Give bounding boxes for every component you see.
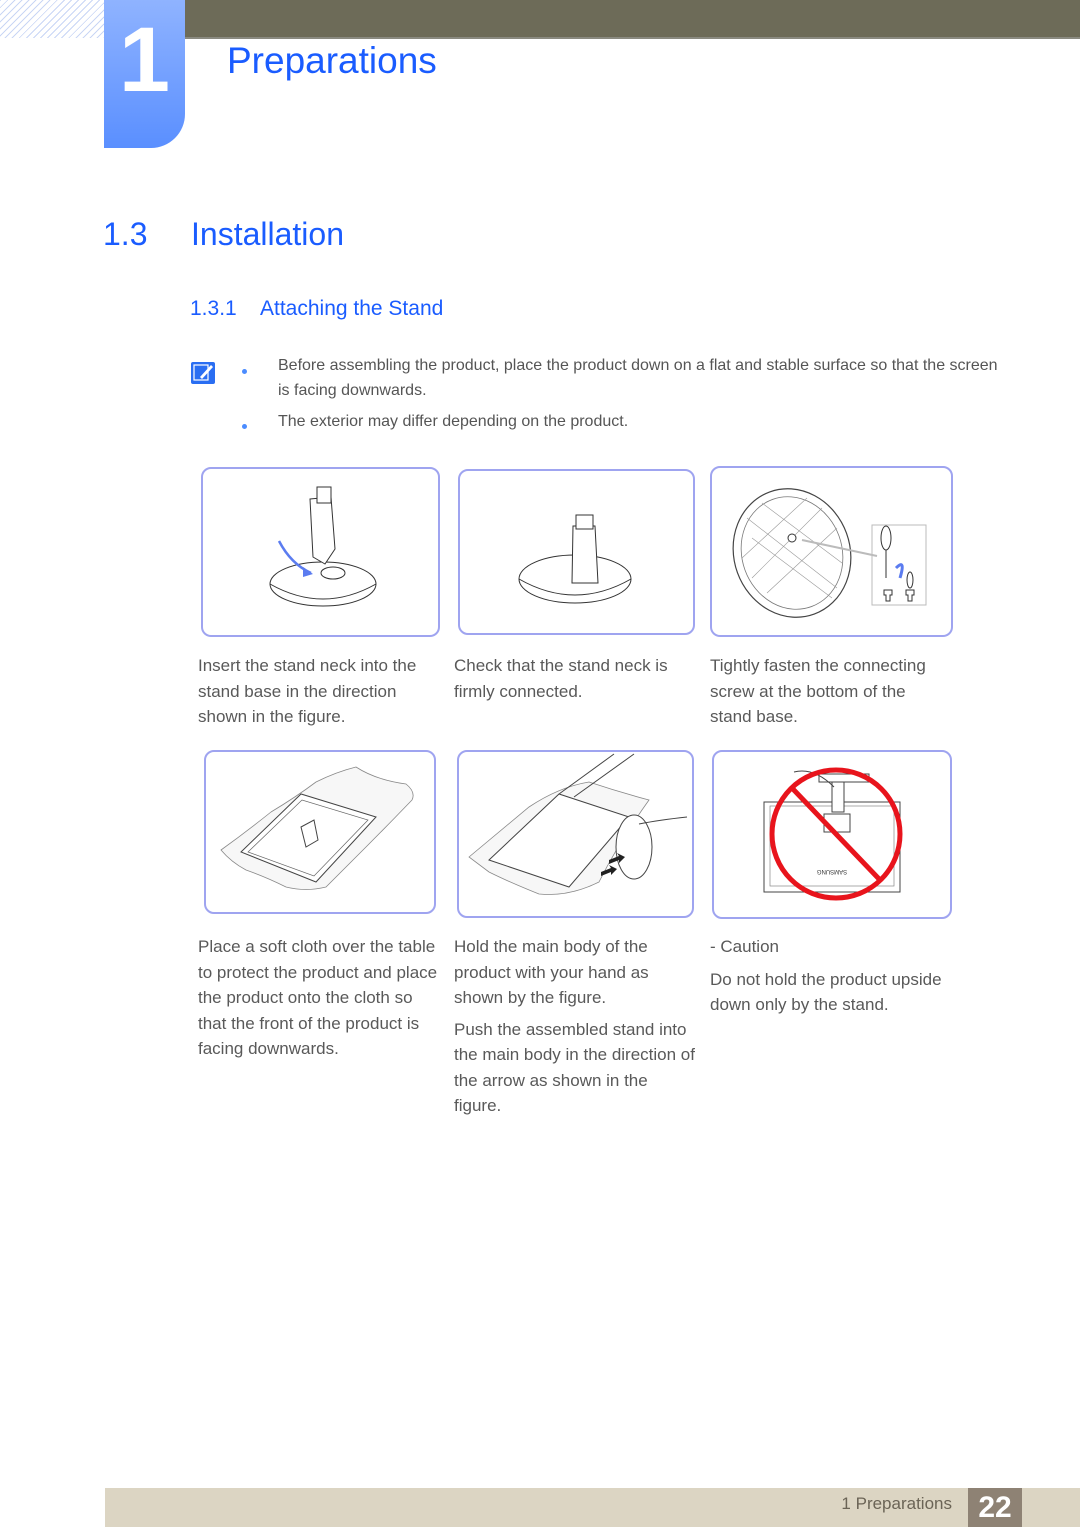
step-caption: - Caution Do not hold the product upside… (710, 934, 960, 1018)
caution-label: - Caution (710, 937, 779, 956)
chapter-badge: 1 (104, 0, 185, 148)
bullet-icon (242, 424, 247, 429)
decorative-hatch (0, 0, 104, 38)
header-bar (185, 0, 1080, 39)
caution-prohibited-figure: SAMSUNG (712, 750, 952, 919)
push-stand-into-body-figure (457, 750, 694, 918)
section-number: 1.3 (103, 216, 148, 252)
step-caption: Hold the main body of the product with y… (454, 937, 695, 1115)
stand-base-screw-figure (710, 466, 953, 637)
page-footer: 1 Preparations 22 (105, 1488, 1080, 1527)
subsection-title: Attaching the Stand (260, 297, 444, 320)
note-pencil-icon (191, 362, 215, 384)
page-number: 22 (968, 1488, 1022, 1527)
chapter-title: Preparations (227, 40, 437, 81)
step-caption: Check that the stand neck is firmly conn… (454, 656, 668, 701)
subsection-number: 1.3.1 (190, 297, 237, 320)
stand-neck-insert-figure (201, 467, 440, 637)
chapter-number: 1 (118, 9, 171, 111)
footer-chapter-label: 1 Preparations (841, 1494, 952, 1513)
brand-text: SAMSUNG (817, 868, 848, 874)
step-caption: Insert the stand neck into the stand bas… (198, 656, 417, 726)
stand-neck-connected-figure (458, 469, 695, 635)
step-caption: Place a soft cloth over the table to pro… (198, 937, 438, 1058)
step-caption: Tightly fasten the connecting screw at t… (710, 656, 926, 726)
section-title: Installation (191, 216, 344, 252)
bullet-icon (242, 369, 247, 374)
note-item: The exterior may differ depending on the… (278, 413, 629, 430)
soft-cloth-monitor-figure (204, 750, 436, 914)
note-item: Before assembling the product, place the… (278, 357, 998, 399)
